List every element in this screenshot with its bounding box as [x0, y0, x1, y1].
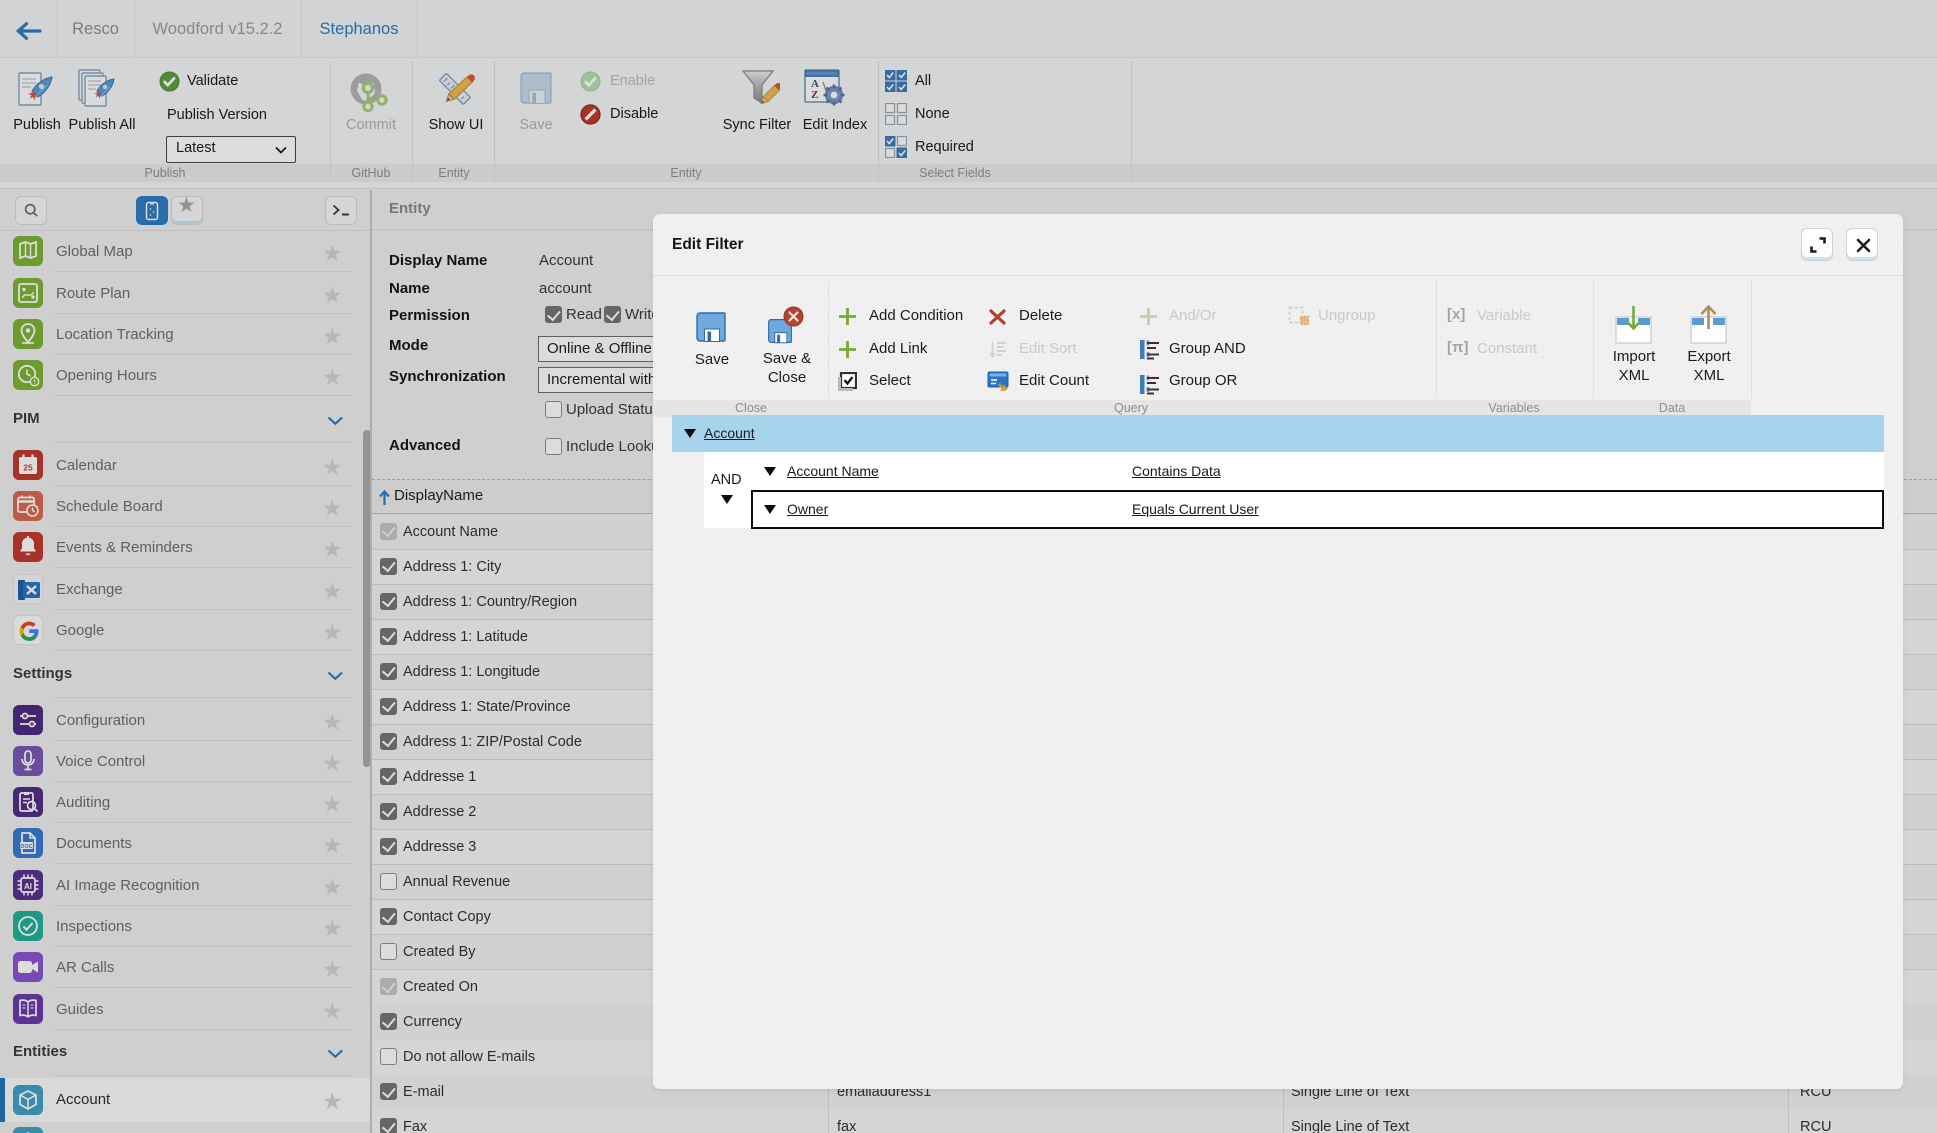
svg-text:Z: Z [811, 89, 818, 101]
svg-text:AI: AI [24, 881, 32, 890]
svg-text:DOC: DOC [20, 844, 32, 850]
svg-text:25: 25 [23, 462, 33, 472]
